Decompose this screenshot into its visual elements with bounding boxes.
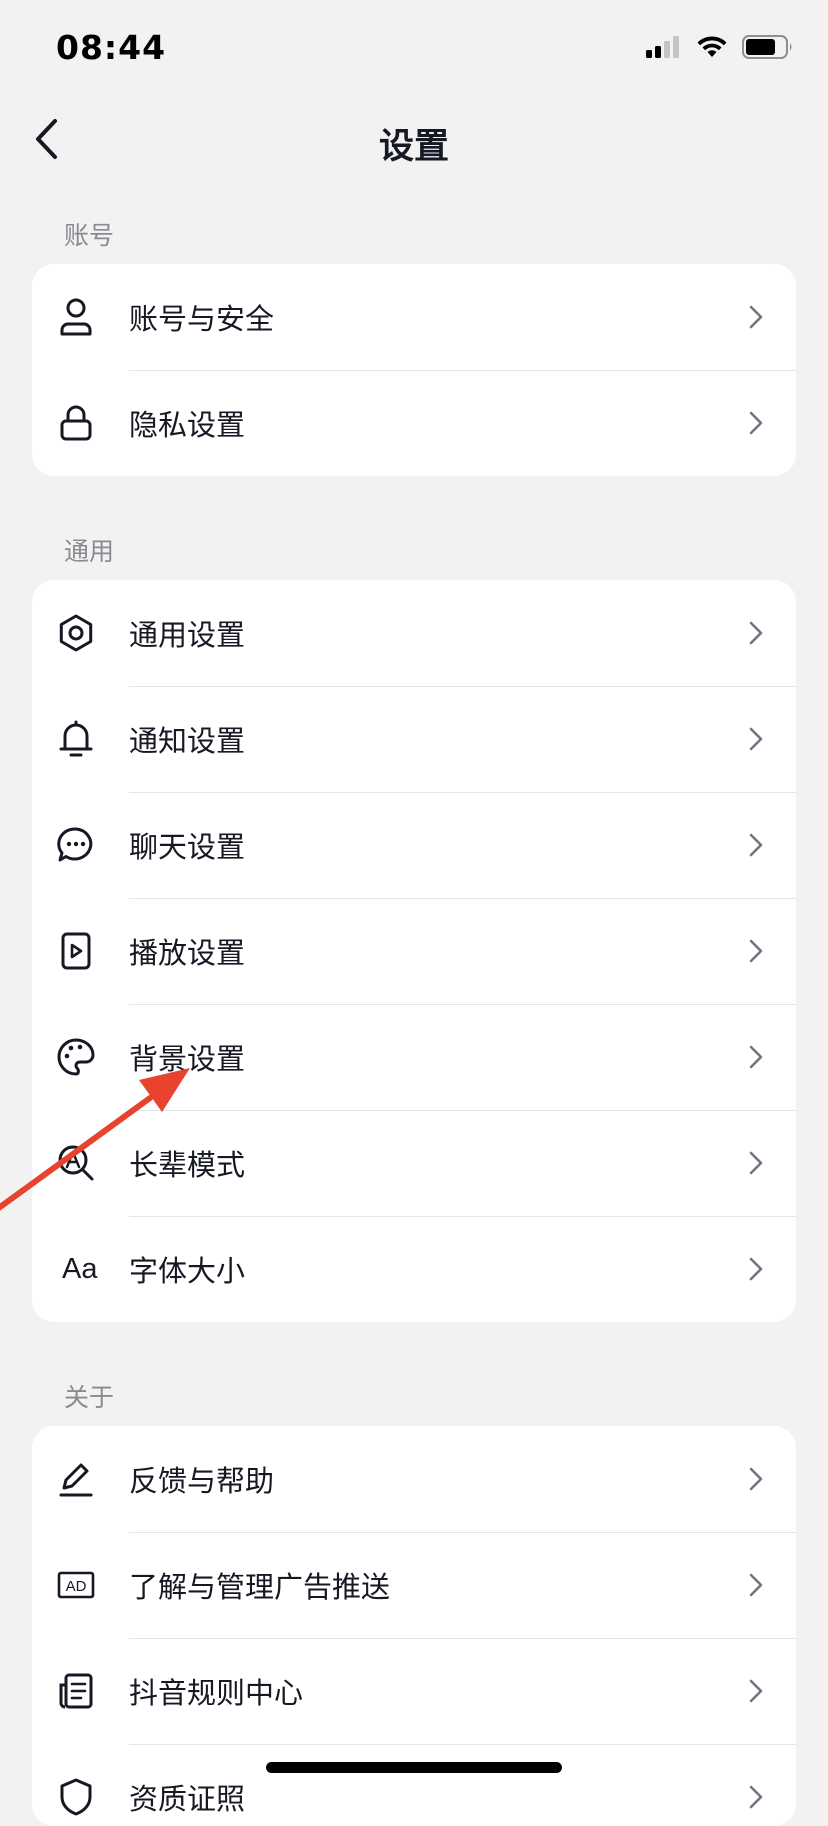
nav-bar: 设置 xyxy=(0,100,828,182)
account-card: 账号与安全 隐私设置 xyxy=(32,264,796,476)
settings-item-label: 字体大小 xyxy=(129,1254,246,1288)
play-icon xyxy=(56,931,96,971)
section-header-general: 通用 xyxy=(64,537,115,566)
settings-item-font-size[interactable]: Aa 字体大小 xyxy=(32,1216,796,1322)
magnifier-a-icon xyxy=(56,1143,96,1183)
user-icon xyxy=(56,297,96,337)
settings-item-label: 通用设置 xyxy=(129,618,246,652)
chat-bubble-icon xyxy=(56,825,96,865)
ad-icon-text: AD xyxy=(66,1578,87,1595)
chevron-right-icon xyxy=(746,1570,766,1600)
wifi-icon xyxy=(696,35,728,63)
status-time: 08:44 xyxy=(56,28,167,67)
chevron-right-icon xyxy=(746,302,766,332)
settings-item-label: 抖音规则中心 xyxy=(129,1676,304,1710)
status-icons xyxy=(646,34,794,64)
settings-item-account-security[interactable]: 账号与安全 xyxy=(32,264,796,370)
general-card: 通用设置 通知设置 聊天设置 播放设置 背景设置 长辈模式 Aa 字体大小 xyxy=(32,580,796,1322)
settings-item-label: 长辈模式 xyxy=(129,1148,246,1182)
chevron-right-icon xyxy=(746,1676,766,1706)
ad-icon: AD xyxy=(56,1565,96,1605)
page-title: 设置 xyxy=(378,127,449,167)
settings-item-label: 反馈与帮助 xyxy=(129,1464,275,1498)
chevron-right-icon xyxy=(746,408,766,438)
settings-item-background[interactable]: 背景设置 xyxy=(32,1004,796,1110)
settings-item-label: 账号与安全 xyxy=(129,302,275,336)
settings-item-privacy[interactable]: 隐私设置 xyxy=(32,370,796,476)
settings-item-label: 通知设置 xyxy=(129,724,246,758)
status-bar: 08:44 xyxy=(0,0,828,100)
settings-item-label: 背景设置 xyxy=(129,1042,246,1076)
settings-item-rules-center[interactable]: 抖音规则中心 xyxy=(32,1638,796,1744)
pencil-icon xyxy=(56,1459,96,1499)
cellular-signal-icon xyxy=(646,35,682,63)
bell-icon xyxy=(56,719,96,759)
section-header-about: 关于 xyxy=(64,1383,115,1412)
battery-icon xyxy=(742,34,794,64)
chevron-right-icon xyxy=(746,1042,766,1072)
settings-item-playback[interactable]: 播放设置 xyxy=(32,898,796,1004)
chevron-right-icon xyxy=(746,724,766,754)
font-size-icon: Aa xyxy=(62,1252,98,1285)
settings-item-elder-mode[interactable]: 长辈模式 xyxy=(32,1110,796,1216)
shield-icon xyxy=(56,1777,96,1817)
lock-icon xyxy=(56,403,96,443)
document-icon xyxy=(56,1671,96,1711)
chevron-right-icon xyxy=(746,1148,766,1178)
chevron-right-icon xyxy=(746,1782,766,1812)
gear-icon xyxy=(56,613,96,653)
palette-icon xyxy=(56,1037,96,1077)
chevron-right-icon xyxy=(746,830,766,860)
settings-item-label: 播放设置 xyxy=(129,936,246,970)
settings-item-qualifications[interactable]: 资质证照 xyxy=(32,1744,796,1826)
settings-item-label: 了解与管理广告推送 xyxy=(129,1570,391,1604)
settings-item-notifications[interactable]: 通知设置 xyxy=(32,686,796,792)
settings-item-label: 隐私设置 xyxy=(129,408,246,442)
chevron-right-icon xyxy=(746,618,766,648)
chevron-right-icon xyxy=(746,1254,766,1284)
section-header-account: 账号 xyxy=(64,221,115,250)
chevron-right-icon xyxy=(746,1464,766,1494)
settings-item-label: 聊天设置 xyxy=(129,830,246,864)
home-indicator[interactable] xyxy=(266,1762,562,1773)
settings-item-label: 资质证照 xyxy=(129,1782,246,1816)
settings-item-feedback[interactable]: 反馈与帮助 xyxy=(32,1426,796,1532)
settings-item-chat[interactable]: 聊天设置 xyxy=(32,792,796,898)
settings-item-ad-management[interactable]: AD 了解与管理广告推送 xyxy=(32,1532,796,1638)
settings-item-general[interactable]: 通用设置 xyxy=(32,580,796,686)
chevron-right-icon xyxy=(746,936,766,966)
